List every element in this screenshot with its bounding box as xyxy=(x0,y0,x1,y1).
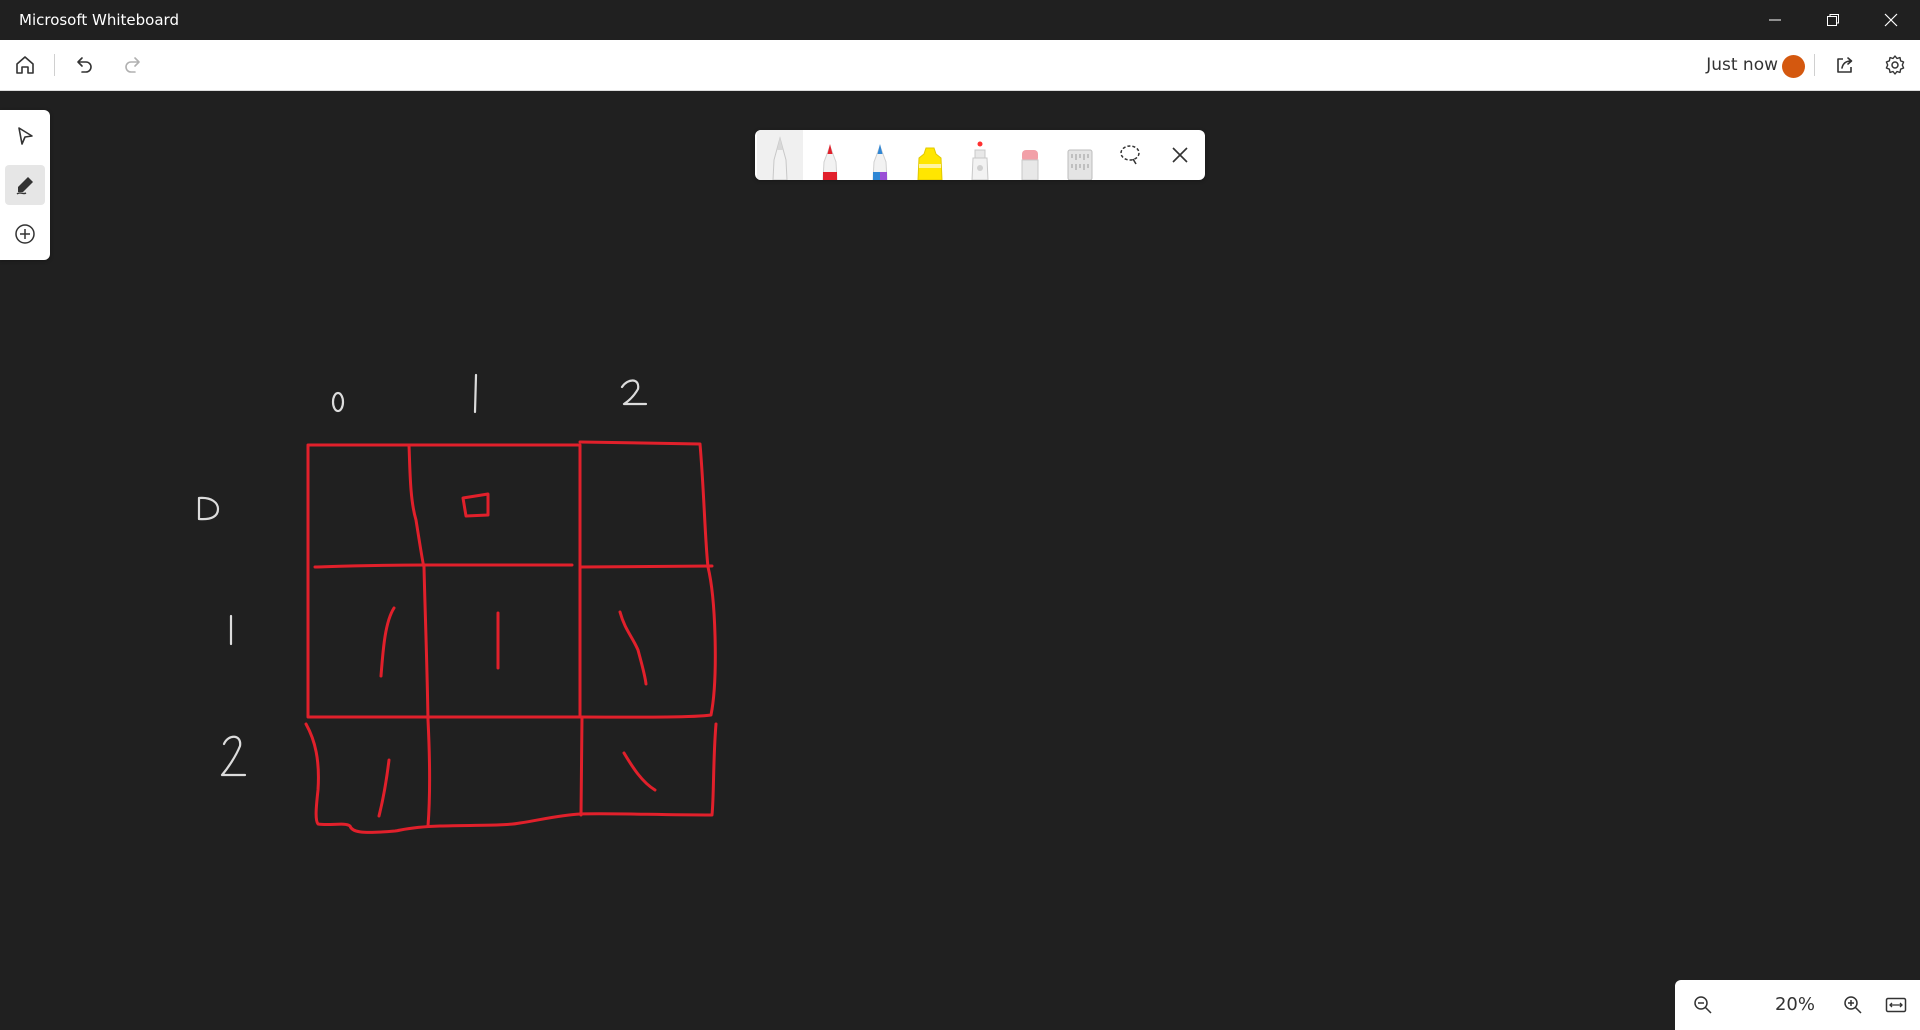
restore-icon xyxy=(1827,14,1839,26)
sync-status: Just now xyxy=(1706,55,1778,75)
settings-button[interactable] xyxy=(1877,47,1913,83)
window-title: Microsoft Whiteboard xyxy=(19,11,179,29)
home-icon xyxy=(16,56,34,74)
redo-button[interactable] xyxy=(115,47,151,83)
zoom-out-button[interactable] xyxy=(1685,987,1721,1023)
mark-cell-1-2 xyxy=(618,610,648,686)
row-label-0 xyxy=(197,496,220,521)
grid-strokes xyxy=(304,440,718,834)
title-bar: Microsoft Whiteboard xyxy=(0,0,1920,40)
lasso-select-icon xyxy=(1120,145,1140,165)
zoom-bar: 20% xyxy=(1675,980,1920,1030)
close-icon xyxy=(1884,13,1898,27)
fit-to-screen-icon xyxy=(1885,997,1907,1013)
select-icon xyxy=(18,127,33,145)
side-toolbar xyxy=(0,110,50,260)
zoom-in-icon xyxy=(1844,996,1862,1014)
row-label-2 xyxy=(220,735,247,777)
add-icon xyxy=(15,224,35,244)
laser-pointer-tool[interactable] xyxy=(957,130,1003,180)
close-ink-toolbar-button[interactable] xyxy=(1157,130,1203,180)
redo-icon xyxy=(125,57,140,73)
settings-icon xyxy=(1885,55,1905,75)
highlighter-icon xyxy=(917,147,943,180)
zoom-in-button[interactable] xyxy=(1835,987,1871,1023)
share-icon xyxy=(1837,57,1853,73)
zoom-level[interactable]: 20% xyxy=(1745,994,1845,1015)
highlighter-tool[interactable] xyxy=(907,130,953,180)
share-button[interactable] xyxy=(1827,47,1863,83)
mark-cell-0-1 xyxy=(461,492,490,518)
avatar[interactable] xyxy=(1782,55,1805,78)
mark-cell-1-0 xyxy=(379,606,396,678)
white-pen-icon xyxy=(772,136,788,180)
blue-pen-icon xyxy=(872,144,888,180)
minimize-button[interactable] xyxy=(1746,0,1804,40)
home-button[interactable] xyxy=(7,47,43,83)
select-tool[interactable] xyxy=(5,116,45,156)
lasso-select-tool[interactable] xyxy=(1107,130,1153,180)
ink-toolbar xyxy=(755,130,1205,180)
add-tool[interactable] xyxy=(5,214,45,254)
app-bar: Just now xyxy=(0,40,1920,91)
laser-pointer-icon xyxy=(971,141,989,180)
undo-button[interactable] xyxy=(66,47,102,83)
toolbar-divider xyxy=(54,54,55,76)
eraser-tool[interactable] xyxy=(1007,130,1053,180)
grid-right-box xyxy=(578,440,717,719)
grid-left-box xyxy=(306,443,582,719)
ruler-tool[interactable] xyxy=(1057,130,1103,180)
column-label-1 xyxy=(473,373,478,414)
pen-icon xyxy=(16,177,33,195)
restore-button[interactable] xyxy=(1804,0,1862,40)
column-label-0 xyxy=(331,391,345,413)
eraser-icon xyxy=(1021,150,1039,180)
mark-cell-2-0 xyxy=(377,758,391,818)
white-pen-tool[interactable] xyxy=(757,130,803,180)
zoom-out-icon xyxy=(1694,996,1712,1014)
column-label-2 xyxy=(620,379,648,406)
ruler-icon xyxy=(1067,149,1093,180)
fit-to-screen-button[interactable] xyxy=(1878,987,1914,1023)
red-pen-icon xyxy=(822,144,838,180)
close-icon xyxy=(1172,147,1188,163)
red-pen-tool[interactable] xyxy=(807,130,853,180)
minimize-icon xyxy=(1769,19,1781,21)
toolbar-divider xyxy=(1814,54,1815,76)
blue-pen-tool[interactable] xyxy=(857,130,903,180)
mark-cell-2-2 xyxy=(622,751,657,792)
ink-drawing[interactable] xyxy=(0,90,1920,1030)
undo-icon xyxy=(77,57,92,73)
whiteboard-canvas[interactable] xyxy=(0,90,1920,1030)
pen-tool[interactable] xyxy=(5,165,45,205)
close-window-button[interactable] xyxy=(1862,0,1920,40)
